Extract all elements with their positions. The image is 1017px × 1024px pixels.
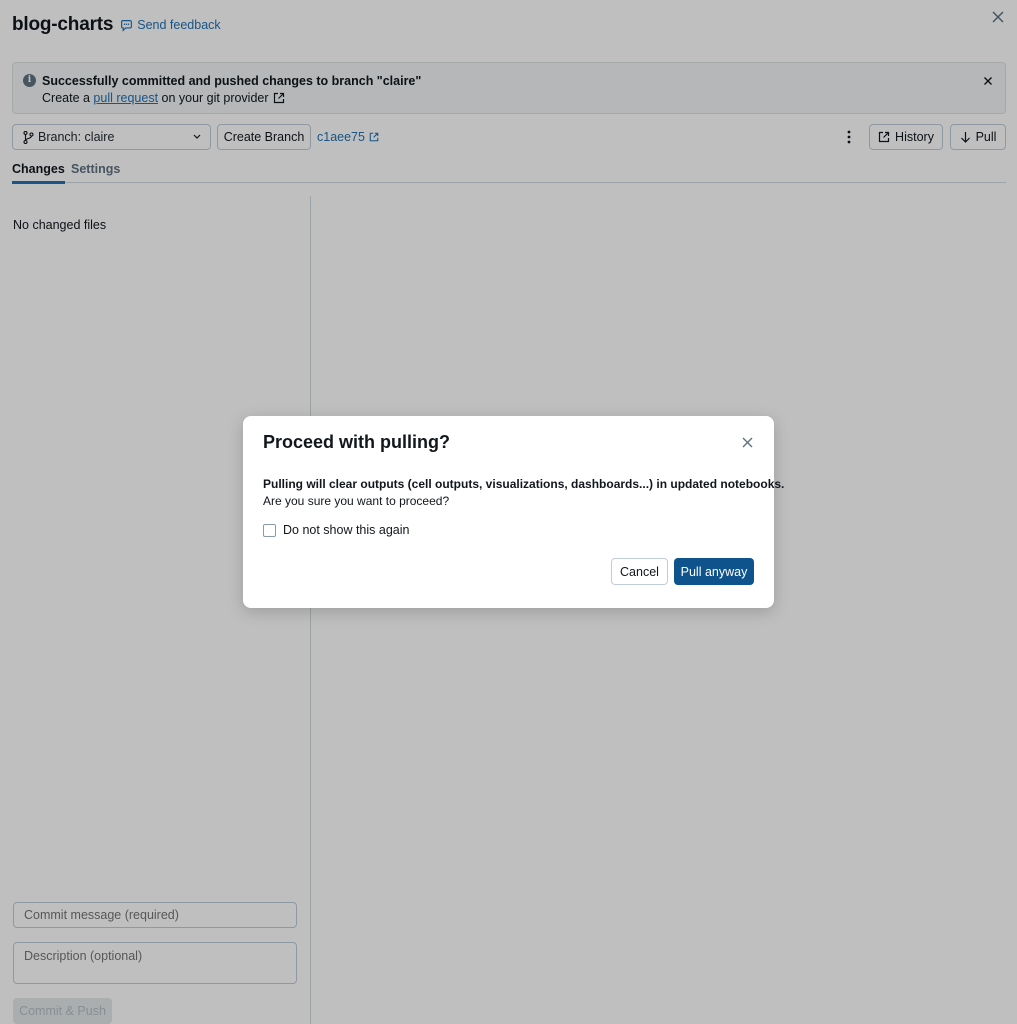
checkbox-box[interactable] — [263, 523, 276, 537]
dialog-close-icon[interactable] — [742, 437, 753, 448]
dialog-warning: Pulling will clear outputs (cell outputs… — [263, 477, 785, 491]
pull-anyway-button[interactable]: Pull anyway — [674, 558, 754, 585]
pull-confirm-dialog: Proceed with pulling? Pulling will clear… — [243, 416, 784, 608]
cancel-button[interactable]: Cancel — [611, 558, 668, 585]
dialog-question: Are you sure you want to proceed? — [263, 494, 450, 508]
dialog-title: Proceed with pulling? — [263, 432, 451, 452]
checkbox-label: Do not show this again — [283, 523, 410, 537]
dont-show-again-checkbox[interactable]: Do not show this again — [263, 523, 409, 537]
